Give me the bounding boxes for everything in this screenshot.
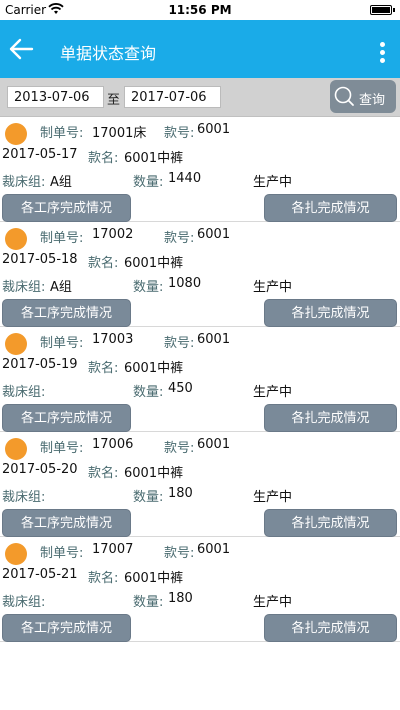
status-text: 生产中 — [253, 385, 293, 400]
battery-icon — [370, 5, 395, 15]
process-status-button[interactable]: 各工序完成情况 — [2, 614, 131, 642]
order-no-label: 制单号: — [40, 441, 84, 456]
cutting-group-label: 裁床组: — [2, 490, 46, 505]
style-name-label: 款名: — [88, 466, 119, 481]
status-text: 生产中 — [253, 490, 293, 505]
quantity: 1080 — [168, 276, 202, 291]
status-bar: Carrier 11:56 PM — [0, 0, 400, 20]
status-text: 生产中 — [253, 595, 293, 610]
style-name-label: 款名: — [88, 256, 119, 271]
quantity: 180 — [168, 591, 193, 606]
page-title: 单据状态查询 — [60, 44, 157, 63]
app-bar: 单据状态查询 — [0, 20, 400, 78]
order-no: 17006 — [92, 437, 134, 452]
status-dot — [5, 123, 27, 145]
clock: 11:56 PM — [168, 3, 232, 17]
quantity-label: 数量: — [133, 595, 164, 610]
style-no: 6001 — [197, 437, 231, 452]
order-date: 2017-05-20 — [2, 462, 78, 477]
style-no: 6001 — [197, 542, 231, 557]
style-name: 6001中裤 — [124, 361, 184, 376]
order-date: 2017-05-17 — [2, 147, 78, 162]
order-no: 17002 — [92, 227, 134, 242]
query-label: 查询 — [359, 93, 386, 108]
bundle-status-button[interactable]: 各扎完成情况 — [264, 614, 397, 642]
quantity: 450 — [168, 381, 193, 396]
style-no-label: 款号: — [164, 441, 195, 456]
style-name: 6001中裤 — [124, 466, 184, 481]
order-no-label: 制单号: — [40, 126, 84, 141]
quantity-label: 数量: — [133, 175, 164, 190]
cutting-group-label: 裁床组: — [2, 280, 46, 295]
search-icon — [334, 86, 354, 106]
style-no-label: 款号: — [164, 336, 195, 351]
style-name-label: 款名: — [88, 361, 119, 376]
style-no: 6001 — [197, 332, 231, 347]
status-dot — [5, 543, 27, 565]
process-status-button[interactable]: 各工序完成情况 — [2, 299, 131, 327]
style-no-label: 款号: — [164, 126, 195, 141]
order-no-label: 制单号: — [40, 546, 84, 561]
process-status-button[interactable]: 各工序完成情况 — [2, 509, 131, 537]
order-date: 2017-05-18 — [2, 252, 78, 267]
quantity-label: 数量: — [133, 385, 164, 400]
order-no: 17001床 — [92, 126, 147, 141]
more-vertical-icon[interactable] — [380, 42, 386, 63]
style-name-label: 款名: — [88, 571, 119, 586]
style-name: 6001中裤 — [124, 151, 184, 166]
order-no-label: 制单号: — [40, 231, 84, 246]
filter-bar: 2013-07-06 至 2017-07-06 查询 — [0, 78, 400, 117]
bundle-status-button[interactable]: 各扎完成情况 — [264, 404, 397, 432]
order-date: 2017-05-19 — [2, 357, 78, 372]
order-no: 17007 — [92, 542, 134, 557]
order-no: 17003 — [92, 332, 134, 347]
status-dot — [5, 333, 27, 355]
cutting-group: A组 — [50, 175, 72, 190]
date-separator: 至 — [107, 93, 121, 108]
style-name: 6001中裤 — [124, 571, 184, 586]
quantity: 180 — [168, 486, 193, 501]
order-no-label: 制单号: — [40, 336, 84, 351]
status-dot — [5, 228, 27, 250]
style-name: 6001中裤 — [124, 256, 184, 271]
style-no: 6001 — [197, 122, 231, 137]
bundle-status-button[interactable]: 各扎完成情况 — [264, 509, 397, 537]
list-item: 制单号: 17006 款号: 6001 2017-05-20 款名: 6001中裤裁床组: 数… — [0, 431, 400, 537]
style-no-label: 款号: — [164, 546, 195, 561]
status-text: 生产中 — [253, 175, 293, 190]
style-name-label: 款名: — [88, 151, 119, 166]
start-date-field[interactable]: 2013-07-06 — [7, 86, 104, 108]
cutting-group: A组 — [50, 280, 72, 295]
list-item: 制单号: 17002 款号: 6001 2017-05-18 款名: 6001中裤裁床组: A… — [0, 221, 400, 327]
cutting-group-label: 裁床组: — [2, 175, 46, 190]
bundle-status-button[interactable]: 各扎完成情况 — [264, 299, 397, 327]
quantity-label: 数量: — [133, 490, 164, 505]
end-date-field[interactable]: 2017-07-06 — [124, 86, 221, 108]
quantity-label: 数量: — [133, 280, 164, 295]
quantity: 1440 — [168, 171, 202, 186]
bundle-status-button[interactable]: 各扎完成情况 — [264, 194, 397, 222]
status-text: 生产中 — [253, 280, 293, 295]
status-dot — [5, 438, 27, 460]
list-item: 制单号: 17001床 款号: 6001 2017-05-17 款名: 6001中裤裁床组:… — [0, 116, 400, 222]
cutting-group-label: 裁床组: — [2, 385, 46, 400]
cutting-group-label: 裁床组: — [2, 595, 46, 610]
style-no-label: 款号: — [164, 231, 195, 246]
order-date: 2017-05-21 — [2, 567, 78, 582]
query-button[interactable]: 查询 — [330, 80, 396, 113]
process-status-button[interactable]: 各工序完成情况 — [2, 404, 131, 432]
arrow-left-icon[interactable] — [8, 36, 34, 62]
list-item: 制单号: 17003 款号: 6001 2017-05-19 款名: 6001中裤裁床组: 数… — [0, 326, 400, 432]
list-item: 制单号: 17007 款号: 6001 2017-05-21 款名: 6001中裤裁床组: 数… — [0, 536, 400, 642]
style-no: 6001 — [197, 227, 231, 242]
process-status-button[interactable]: 各工序完成情况 — [2, 194, 131, 222]
